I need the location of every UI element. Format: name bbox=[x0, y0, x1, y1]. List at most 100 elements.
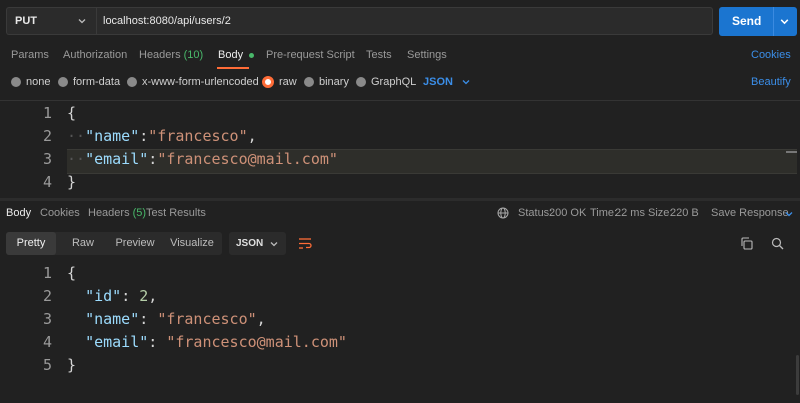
body-format-label: JSON bbox=[423, 76, 453, 88]
json-key: "name" bbox=[85, 310, 140, 328]
tab-headers[interactable]: Headers (10) bbox=[139, 49, 203, 61]
status-label: Status: bbox=[518, 207, 553, 219]
response-tab-headers-label: Headers bbox=[88, 207, 130, 219]
line-number: 4 bbox=[42, 173, 52, 191]
close-brace: } bbox=[67, 173, 77, 191]
response-tab-cookies[interactable]: Cookies bbox=[40, 207, 80, 219]
size-value[interactable]: 220 B bbox=[670, 207, 699, 219]
line-number: 1 bbox=[42, 264, 52, 282]
tab-body[interactable]: Body bbox=[218, 49, 254, 61]
url-input[interactable]: localhost:8080/api/users/2 bbox=[96, 7, 713, 35]
status-value[interactable]: 200 OK bbox=[549, 207, 586, 219]
response-tab-headers[interactable]: Headers (5) bbox=[88, 207, 146, 219]
line-number: 1 bbox=[42, 104, 52, 122]
code-line-id: "id": 2, bbox=[85, 287, 158, 305]
radio-none-label: none bbox=[26, 76, 51, 88]
radio-binary[interactable]: binary bbox=[304, 76, 349, 88]
send-divider bbox=[773, 7, 774, 36]
json-key: "name" bbox=[85, 127, 140, 145]
send-button[interactable]: Send bbox=[719, 7, 797, 36]
chevron-down-icon[interactable] bbox=[784, 209, 794, 219]
view-visualize-button[interactable]: Visualize bbox=[166, 232, 218, 255]
open-brace: { bbox=[67, 264, 77, 282]
body-modified-dot bbox=[249, 53, 254, 58]
radio-form-data-label: form-data bbox=[73, 76, 121, 88]
response-tab-body[interactable]: Body bbox=[6, 207, 31, 219]
active-tab-underline bbox=[217, 67, 249, 69]
close-brace: } bbox=[67, 356, 77, 374]
tab-headers-label: Headers bbox=[139, 49, 181, 61]
radio-raw-label: raw bbox=[279, 76, 297, 88]
tab-authorization[interactable]: Authorization bbox=[63, 49, 127, 61]
code-line-name: ··"name":"francesco", bbox=[67, 127, 257, 145]
send-label: Send bbox=[732, 14, 762, 28]
json-number: 2 bbox=[139, 287, 149, 305]
radio-dot bbox=[11, 77, 21, 87]
response-view-segmented: Pretty Raw Preview Visualize bbox=[6, 232, 222, 255]
chevron-down-icon bbox=[270, 242, 278, 247]
response-tab-test-results[interactable]: Test Results bbox=[146, 207, 206, 219]
response-headers-count: (5) bbox=[132, 207, 147, 219]
headers-count: (10) bbox=[183, 49, 204, 61]
tab-tests[interactable]: Tests bbox=[366, 49, 392, 61]
search-icon[interactable] bbox=[771, 237, 784, 250]
request-body-editor[interactable]: 1 2 3 4 { ··"name":"francesco", ··"email… bbox=[0, 104, 800, 196]
method-select[interactable]: PUT bbox=[6, 7, 96, 35]
line-number: 5 bbox=[42, 356, 52, 374]
response-scrollbar[interactable] bbox=[796, 355, 799, 395]
json-key: "email" bbox=[85, 333, 149, 351]
body-format-select[interactable]: JSON bbox=[423, 76, 471, 88]
editor-top-border bbox=[0, 100, 800, 101]
tab-prerequest-script[interactable]: Pre-request Script bbox=[266, 49, 355, 61]
line-number: 2 bbox=[42, 287, 52, 305]
size-label: Size: bbox=[648, 207, 673, 219]
radio-dot-selected bbox=[262, 76, 274, 88]
line-number: 3 bbox=[42, 310, 52, 328]
json-string: "francesco@mail.com" bbox=[157, 150, 338, 168]
json-string: "francesco" bbox=[157, 310, 257, 328]
tab-settings[interactable]: Settings bbox=[407, 49, 447, 61]
copy-icon[interactable] bbox=[740, 237, 753, 250]
cookies-link[interactable]: Cookies bbox=[751, 49, 791, 61]
beautify-button[interactable]: Beautify bbox=[751, 76, 791, 88]
wrap-lines-icon bbox=[299, 238, 312, 249]
code-line-email: "email": "francesco@mail.com" bbox=[85, 333, 347, 351]
radio-form-data[interactable]: form-data bbox=[58, 76, 120, 88]
view-preview-button[interactable]: Preview bbox=[109, 232, 161, 255]
json-string: "francesco" bbox=[148, 127, 248, 145]
json-string: "francesco@mail.com" bbox=[166, 333, 347, 351]
chevron-down-icon bbox=[462, 80, 470, 85]
wrap-lines-button[interactable] bbox=[292, 232, 318, 255]
json-key: "email" bbox=[85, 150, 149, 168]
radio-graphql-label: GraphQL bbox=[371, 76, 417, 88]
radio-dot bbox=[304, 77, 314, 87]
radio-dot bbox=[58, 77, 68, 87]
radio-dot bbox=[127, 77, 137, 87]
view-pretty-button[interactable]: Pretty bbox=[6, 232, 56, 255]
view-raw-button[interactable]: Raw bbox=[60, 232, 106, 255]
time-label: Time: bbox=[590, 207, 618, 219]
response-format-select[interactable]: JSON bbox=[229, 232, 286, 255]
radio-binary-label: binary bbox=[319, 76, 349, 88]
time-value[interactable]: 22 ms bbox=[615, 207, 645, 219]
radio-raw[interactable]: raw bbox=[262, 76, 297, 88]
tab-body-label: Body bbox=[218, 49, 244, 61]
save-response-button[interactable]: Save Response bbox=[711, 207, 789, 219]
pane-resizer[interactable] bbox=[0, 198, 800, 201]
response-body-viewer[interactable]: 1 2 3 4 5 { "id": 2, "name": "francesco"… bbox=[0, 264, 800, 382]
open-brace: { bbox=[67, 104, 77, 122]
radio-urlencoded-label: x-www-form-urlencoded bbox=[142, 76, 259, 88]
code-line-name: "name": "francesco", bbox=[85, 310, 266, 328]
url-text: localhost:8080/api/users/2 bbox=[103, 15, 231, 27]
radio-urlencoded[interactable]: x-www-form-urlencoded bbox=[127, 76, 259, 88]
response-format-label: JSON bbox=[236, 238, 264, 249]
globe-icon[interactable] bbox=[497, 207, 509, 219]
line-number: 3 bbox=[42, 150, 52, 168]
radio-graphql[interactable]: GraphQL bbox=[356, 76, 416, 88]
chevron-down-icon[interactable] bbox=[779, 16, 790, 27]
chevron-down-icon bbox=[78, 19, 86, 24]
radio-none[interactable]: none bbox=[11, 76, 50, 88]
tab-params[interactable]: Params bbox=[11, 49, 49, 61]
line-number: 4 bbox=[42, 333, 52, 351]
line-number: 2 bbox=[42, 127, 52, 145]
